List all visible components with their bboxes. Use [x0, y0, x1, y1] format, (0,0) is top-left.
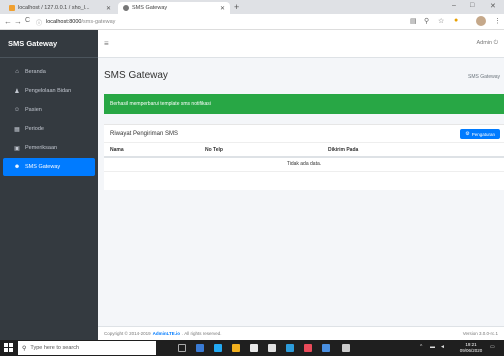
- maximize-button[interactable]: □: [470, 2, 474, 9]
- tray-chevron-icon[interactable]: ^: [420, 344, 422, 350]
- app-icon-4[interactable]: [322, 344, 330, 352]
- globe-icon: [123, 5, 129, 11]
- copyright-text: Copyright © 2014-2019: [104, 331, 151, 336]
- home-icon: ⌂: [15, 69, 19, 75]
- url-path: /sms-gateway: [81, 19, 116, 25]
- table-icon: ▦: [14, 126, 20, 133]
- sidebar: SMS Gateway ⌂ Beranda ♟ Pengelolaan Bida…: [0, 30, 98, 340]
- footer: Copyright © 2014-2019 AdminLTE.io . All …: [98, 326, 504, 340]
- page-title: SMS Gateway: [104, 70, 168, 81]
- search-icon: ⚲: [22, 345, 27, 352]
- info-icon[interactable]: ⓘ: [36, 18, 42, 27]
- reload-button[interactable]: C: [25, 17, 30, 24]
- browser-tab-strip: localhost / 127.0.0.1 / sho_l... ✕ SMS G…: [0, 0, 504, 14]
- address-bar: ← → C ⓘ localhost:8000 /sms-gateway ▤ ⚲ …: [0, 14, 504, 30]
- top-navbar: ≡ Admin ⏻: [98, 30, 504, 58]
- browser-tab-sms-gateway[interactable]: SMS Gateway ✕: [118, 2, 230, 14]
- settings-button-label: Pengaturan: [471, 131, 495, 137]
- empty-table-message: Tidak ada data.: [104, 157, 504, 172]
- clipboard-icon: ▣: [14, 145, 20, 152]
- task-view-icon[interactable]: [178, 344, 186, 352]
- user-menu[interactable]: Admin ⏻: [477, 40, 498, 47]
- users-icon: ☺: [13, 107, 21, 113]
- file-explorer-icon[interactable]: [232, 344, 240, 352]
- version-text: Version 3.0.0-rc.1: [462, 331, 498, 336]
- users-group-icon: ☻: [13, 164, 21, 170]
- power-icon: ⏻: [493, 40, 498, 46]
- windows-taskbar: ⚲ Type here to search ^ ▬ ◄ 19:21 09/06/…: [0, 340, 504, 356]
- url-host: localhost:8000: [46, 19, 82, 25]
- table-row: Tidak ada data.: [104, 157, 504, 172]
- column-header-nama: Nama: [104, 143, 199, 158]
- sidebar-item-pengelolaan-bidan[interactable]: ♟ Pengelolaan Bidan: [3, 82, 95, 100]
- kebab-menu-icon[interactable]: ⋮: [494, 17, 501, 25]
- card-title: Riwayat Pengiriman SMS: [110, 130, 179, 137]
- clock-date: 09/06/2020: [459, 348, 483, 353]
- forward-button[interactable]: →: [14, 17, 22, 26]
- taskbar-search[interactable]: ⚲ Type here to search: [18, 341, 156, 355]
- table-header-row: Nama No Telp Dikirim Pada: [104, 143, 504, 158]
- adminlte-link[interactable]: AdminLTE.io: [153, 331, 180, 336]
- breadcrumb[interactable]: SMS Gateway: [468, 74, 500, 80]
- column-header-dikirim-pada: Dikirim Pada: [322, 143, 504, 158]
- sidebar-item-pemeriksaan[interactable]: ▣ Pemeriksaan: [3, 139, 95, 157]
- sidebar-item-label: Pengelolaan Bidan: [25, 88, 72, 94]
- taskbar-search-placeholder: Type here to search: [30, 345, 80, 351]
- url-field[interactable]: ⓘ localhost:8000 /sms-gateway: [36, 16, 406, 28]
- taskbar-clock[interactable]: 19:21 09/06/2020: [456, 342, 486, 354]
- sidebar-item-label: SMS Gateway: [25, 164, 61, 170]
- store-icon[interactable]: [250, 344, 258, 352]
- sms-history-table: Nama No Telp Dikirim Pada Tidak ada data…: [104, 143, 504, 172]
- notification-icon[interactable]: ▭: [490, 344, 495, 350]
- settings-button[interactable]: ⚙ Pengaturan: [460, 129, 500, 139]
- sidebar-item-label: Pasien: [25, 107, 42, 113]
- network-icon[interactable]: ▬: [430, 344, 435, 350]
- mail-icon[interactable]: [268, 344, 276, 352]
- phpmyadmin-icon: [9, 5, 15, 11]
- sms-history-card: Riwayat Pengiriman SMS ⚙ Pengaturan Nama…: [104, 124, 504, 190]
- content-wrapper: SMS Gateway SMS Gateway Berhasil memperb…: [98, 58, 504, 326]
- zoom-icon[interactable]: ⚲: [424, 17, 429, 25]
- app-icon-1[interactable]: [196, 344, 204, 352]
- card-header: Riwayat Pengiriman SMS ⚙ Pengaturan: [104, 125, 504, 143]
- app-icon-3[interactable]: [304, 344, 312, 352]
- sidebar-item-periode[interactable]: ▦ Periode: [3, 120, 95, 138]
- sidebar-menu: ⌂ Beranda ♟ Pengelolaan Bidan ☺ Pasien ▦…: [0, 58, 98, 176]
- sidebar-item-label: Periode: [25, 126, 44, 132]
- extension-icon[interactable]: ●: [454, 17, 458, 24]
- close-tab-icon[interactable]: ✕: [220, 5, 225, 12]
- sidebar-item-beranda[interactable]: ⌂ Beranda: [3, 63, 95, 81]
- sidebar-item-label: Beranda: [25, 69, 46, 75]
- windows-start-icon[interactable]: [4, 343, 14, 353]
- back-button[interactable]: ←: [4, 17, 12, 26]
- sidebar-item-pasien[interactable]: ☺ Pasien: [3, 101, 95, 119]
- app-icon-5[interactable]: [342, 344, 350, 352]
- app-icon-2[interactable]: [286, 344, 294, 352]
- tab-title: localhost / 127.0.0.1 / sho_l...: [18, 5, 90, 11]
- translate-icon[interactable]: ▤: [410, 17, 417, 25]
- browser-tab-phpmyadmin[interactable]: localhost / 127.0.0.1 / sho_l... ✕: [4, 2, 116, 14]
- volume-icon[interactable]: ◄: [440, 344, 445, 350]
- brand-link[interactable]: SMS Gateway: [0, 30, 98, 58]
- column-header-no-telp: No Telp: [199, 143, 322, 158]
- sidebar-item-sms-gateway[interactable]: ☻ SMS Gateway: [3, 158, 95, 176]
- vscode-icon[interactable]: [214, 344, 222, 352]
- rights-text: . All rights reserved.: [182, 331, 222, 336]
- minimize-button[interactable]: –: [452, 2, 456, 9]
- success-alert: Berhasil memperbarui template sms notifi…: [104, 94, 504, 114]
- profile-avatar[interactable]: [476, 16, 486, 26]
- close-tab-icon[interactable]: ✕: [106, 5, 111, 12]
- user-name: Admin: [476, 40, 493, 46]
- new-tab-button[interactable]: +: [234, 2, 239, 12]
- close-window-button[interactable]: ✕: [490, 2, 496, 10]
- sidebar-item-label: Pemeriksaan: [25, 145, 58, 151]
- star-icon[interactable]: ☆: [438, 17, 444, 25]
- tab-title: SMS Gateway: [132, 5, 168, 11]
- menu-toggle-icon[interactable]: ≡: [104, 39, 109, 48]
- gear-icon: ⚙: [465, 131, 470, 137]
- user-icon: ♟: [14, 88, 20, 95]
